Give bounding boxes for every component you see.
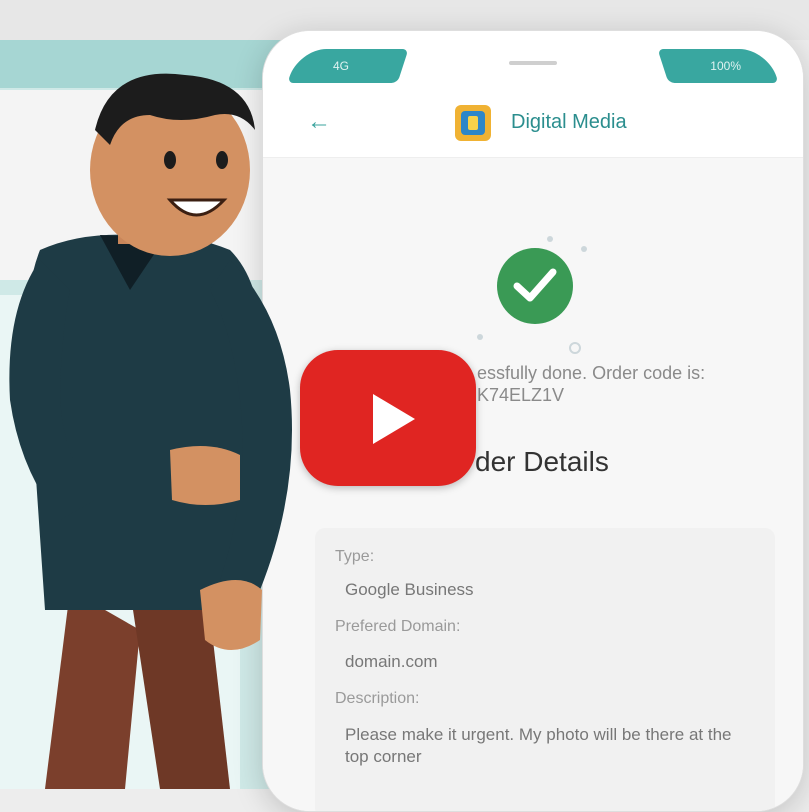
speaker-grille bbox=[509, 61, 557, 65]
type-label: Type: bbox=[335, 548, 375, 565]
battery-indicator: 100% bbox=[710, 59, 741, 73]
description-value: Please make it urgent. My photo will be … bbox=[345, 725, 732, 766]
order-code: K74ELZ1V bbox=[477, 385, 565, 405]
confetti-dot bbox=[547, 236, 553, 242]
confetti-dot bbox=[477, 334, 483, 340]
domain-label: Prefered Domain: bbox=[335, 618, 461, 635]
order-details-title: der Details bbox=[475, 446, 609, 477]
youtube-play-button[interactable] bbox=[300, 350, 476, 486]
confetti-dot bbox=[581, 246, 587, 252]
check-circle-icon bbox=[497, 248, 573, 324]
type-value: Google Business bbox=[345, 580, 474, 599]
order-details-card: Type: Google Business Prefered Domain: d… bbox=[315, 528, 775, 811]
status-bar: 4G 100% bbox=[263, 31, 803, 87]
youtube-play-icon bbox=[373, 394, 415, 444]
domain-value: domain.com bbox=[345, 652, 438, 671]
success-text: essfully done. Order code is: bbox=[477, 363, 706, 383]
cartoon-man-illustration bbox=[0, 70, 340, 789]
app-title: Digital Media bbox=[511, 111, 627, 133]
confetti-ring bbox=[569, 342, 581, 354]
order-success-message: essfully done. Order code is: K74ELZ1V bbox=[477, 362, 797, 406]
app-logo bbox=[451, 101, 495, 145]
description-label: Description: bbox=[335, 690, 420, 707]
app-bar: ← Digital Media bbox=[263, 87, 803, 158]
